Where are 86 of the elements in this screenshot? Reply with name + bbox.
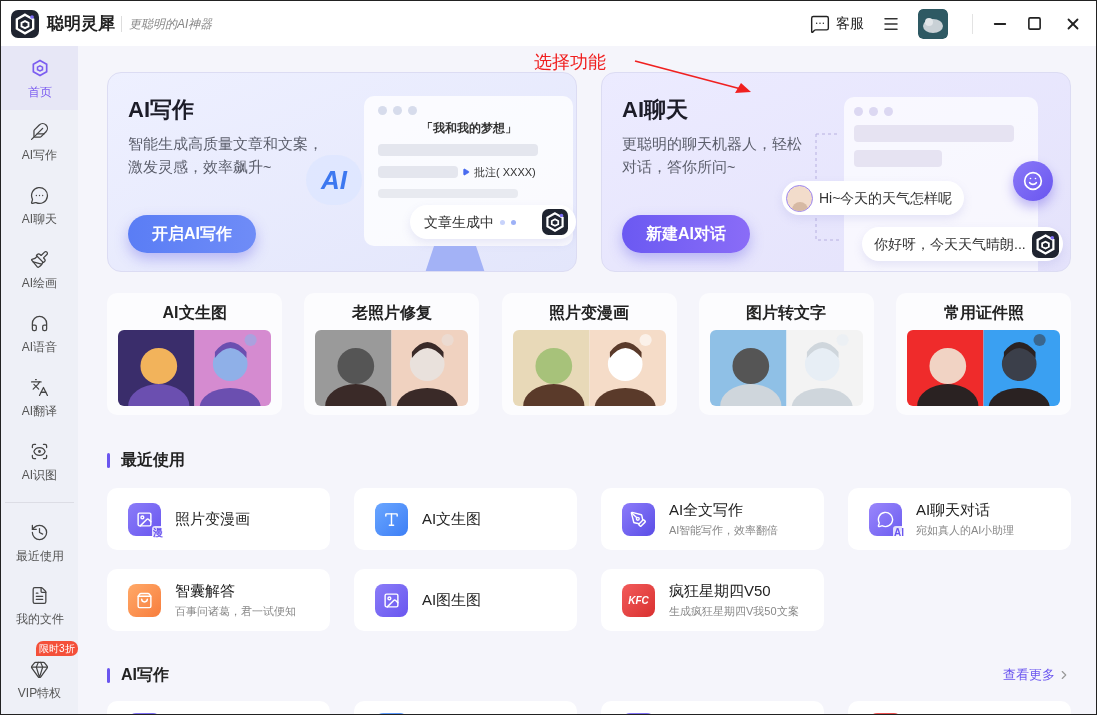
document-icon (30, 585, 49, 605)
ai-chat-card[interactable]: AI聊天 更聪明的聊天机器人，轻松 对话，答你所问~ 新建AI对话 Hi~今天的天气怎样呢 你好呀，今天天气晴朗... (601, 72, 1071, 272)
glyph-icon (630, 510, 647, 528)
item-title: 照片变漫画 (175, 509, 250, 529)
glyph-icon (136, 510, 153, 528)
recent-item[interactable]: AI图生图 (354, 569, 577, 631)
chat-bubble-icon (810, 13, 830, 34)
sidebar-item[interactable]: AI绘画 (1, 238, 78, 302)
avatar-icon[interactable] (918, 8, 948, 39)
item-subtitle: AI智能写作，效率翻倍 (669, 523, 779, 538)
recent-item[interactable]: 漫 照片变漫画 (107, 488, 330, 550)
logo-icon (542, 209, 568, 235)
sidebar-item[interactable]: AI识图 (1, 430, 78, 494)
discount-badge: 限时3折 (36, 641, 78, 656)
avatar-icon (786, 184, 813, 212)
glyph-icon (877, 510, 894, 528)
icon-label: KFC (628, 593, 649, 608)
feature-tile[interactable]: 照片变漫画 (501, 293, 677, 415)
sidebar-item[interactable]: 我的文件 (1, 574, 78, 637)
item-subtitle: 宛如真人的AI小助理 (916, 523, 1015, 538)
item-subtitle: 百事问诸葛，君一试便知 (175, 604, 296, 619)
scan-icon (30, 442, 49, 461)
app-slogan: 更聪明的AI神器 (129, 15, 213, 33)
window-dots-icon (854, 107, 893, 116)
status-text: 文章生成中 (424, 212, 494, 232)
icon-label: AI (893, 525, 905, 539)
feature-tile[interactable]: 老照片修复 (304, 293, 480, 415)
window-dots-icon (378, 106, 417, 115)
item-subtitle: 生成疯狂星期四V我50文案 (669, 604, 799, 619)
feature-tile[interactable]: 常用证件照 (896, 293, 1071, 415)
feather-icon (30, 122, 49, 141)
item-title: 智囊解答 (175, 581, 236, 601)
chat-icon (30, 186, 49, 205)
sidebar-item[interactable]: VIP特权 (1, 656, 78, 700)
section-title: AI写作 (121, 665, 169, 685)
section-title: 最近使用 (121, 450, 185, 470)
item-title: AI聊天对话 (916, 500, 992, 520)
translate-icon (30, 378, 49, 397)
item-title: 疯狂星期四V50 (669, 581, 772, 601)
feature-tile[interactable]: AI文生图 (107, 293, 282, 415)
sidebar-item[interactable]: AI语音 (1, 302, 78, 366)
feature-tile[interactable]: 图片转文字 (698, 293, 874, 415)
annotation-text: 选择功能 (534, 51, 606, 74)
card-title: AI聊天 (622, 96, 689, 124)
app-name: 聪明灵犀 (47, 12, 115, 35)
document-title: 「我和我的梦想」 (419, 120, 518, 137)
play-icon (462, 168, 470, 177)
annotation-label: 批注( XXXX) (474, 165, 536, 180)
glyph-icon (136, 591, 153, 609)
recent-item[interactable]: AI文生图 (354, 488, 577, 550)
item-title: AI全文写作 (669, 500, 745, 520)
sidebar-item[interactable]: 最近使用 (1, 511, 78, 574)
answer-text: 你好呀，今天天气晴朗... (874, 234, 1026, 254)
icon-label: 漫 (152, 525, 164, 539)
customer-service-button[interactable]: 客服 (810, 13, 864, 34)
ai-writing-card[interactable]: AI写作 智能生成高质量文章和文案， 激发灵感，效率飙升~ 开启AI写作 AI 「我和我的梦想」 批注( XXXX) 文章生成中 (107, 72, 577, 272)
sidebar-item[interactable]: AI翻译 (1, 366, 78, 430)
glyph-icon (383, 591, 400, 609)
app-logo-icon (11, 9, 39, 38)
ai-logo: AI (306, 155, 362, 205)
recent-item[interactable]: 智囊解答 百事问诸葛，君一试便知 (107, 569, 330, 631)
card-title: AI写作 (128, 96, 195, 124)
sidebar-item[interactable]: AI写作 (1, 110, 78, 174)
card-description: 更聪明的聊天机器人，轻松 (622, 135, 803, 154)
chat-float-button[interactable] (1013, 161, 1053, 201)
recent-item[interactable]: AI AI聊天对话 宛如真人的AI小助理 (848, 488, 1071, 550)
sidebar-item[interactable]: AI聊天 (1, 174, 78, 238)
smile-icon (1023, 171, 1043, 191)
item-title: AI文生图 (422, 509, 482, 529)
card-description: 激发灵感，效率飙升~ (128, 158, 273, 177)
see-more-link[interactable]: 查看更多 (1003, 665, 1071, 685)
card-description: 智能生成高质量文章和文案， (128, 135, 324, 154)
brush-icon (30, 250, 49, 269)
recent-item[interactable]: AI全文写作 AI智能写作，效率翻倍 (601, 488, 824, 550)
item-title: AI图生图 (422, 590, 482, 610)
recent-item[interactable]: KFC 疯狂星期四V50 生成疯狂星期四V我50文案 (601, 569, 824, 631)
glyph-icon (383, 510, 400, 528)
question-text: Hi~今天的天气怎样呢 (819, 188, 953, 208)
maximize-icon[interactable] (1027, 16, 1042, 31)
card-description: 对话，答你所问~ (622, 158, 737, 177)
diamond-icon (30, 660, 49, 679)
logo-icon (1031, 230, 1059, 258)
new-chat-button[interactable]: 新建AI对话 (622, 215, 750, 253)
headphones-icon (30, 314, 49, 333)
history-icon (30, 522, 49, 542)
sidebar-item[interactable]: 首页 (1, 46, 78, 110)
